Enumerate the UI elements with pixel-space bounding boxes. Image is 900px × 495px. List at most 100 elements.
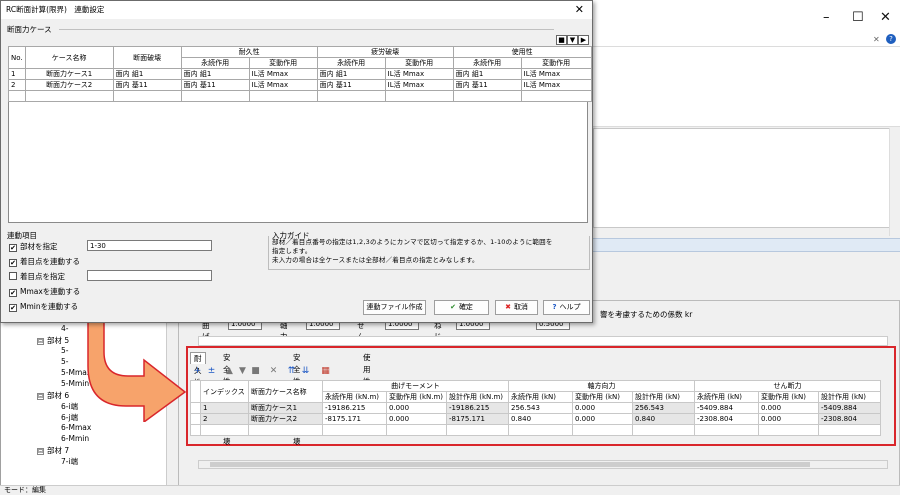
- table-cell[interactable]: 面内 基11: [316, 79, 386, 91]
- minimize-button[interactable]: –: [823, 10, 830, 25]
- table-cell[interactable]: [24, 90, 114, 102]
- link-checkbox-item[interactable]: ✔ Mmaxを連動する: [9, 286, 80, 297]
- table-cell[interactable]: 0.000: [758, 413, 819, 425]
- grid-right-button[interactable]: ▶: [578, 35, 589, 45]
- table-cell[interactable]: 0.000: [572, 402, 633, 414]
- checked-icon[interactable]: ✔: [9, 259, 17, 267]
- table-cell[interactable]: IL活 Mmax: [520, 68, 592, 80]
- ok-button[interactable]: ✔ 確定: [434, 300, 489, 315]
- dialog-close-button[interactable]: ✕: [575, 1, 584, 19]
- grid-down-button[interactable]: ▼: [567, 35, 578, 45]
- table-cell[interactable]: [452, 90, 522, 102]
- table-cell[interactable]: [190, 424, 201, 436]
- table-cell[interactable]: 面内 組1: [316, 68, 386, 80]
- table-cell[interactable]: IL活 Mmax: [384, 68, 454, 80]
- table-cell[interactable]: 0.000: [386, 413, 447, 425]
- table-cell[interactable]: 0.840: [508, 413, 573, 425]
- tree-collapse-icon[interactable]: ⊟: [37, 447, 44, 455]
- checked-icon[interactable]: ✔: [9, 304, 17, 312]
- tab-2[interactable]: 安全性／疲労破壊: [290, 352, 304, 446]
- bottom-icon[interactable]: ⇊: [300, 366, 311, 377]
- link-checkbox-item[interactable]: ✔ 着目点を連動する: [9, 256, 80, 267]
- table-cell[interactable]: 2: [200, 413, 249, 425]
- table-cell[interactable]: -5409.884: [818, 402, 881, 414]
- table-cell[interactable]: 面内 基11: [452, 79, 522, 91]
- help-icon[interactable]: ?: [886, 34, 896, 44]
- help-button[interactable]: ? ヘルプ: [543, 300, 590, 315]
- table-cell[interactable]: 1: [200, 402, 249, 414]
- table-cell[interactable]: [386, 424, 447, 436]
- tree-item[interactable]: ⊟ 部材 7: [37, 445, 69, 456]
- table-cell[interactable]: [316, 90, 386, 102]
- table-cell[interactable]: 256.543: [632, 402, 695, 414]
- table-cell[interactable]: -2308.804: [818, 413, 881, 425]
- table-cell[interactable]: IL活 Mmax: [248, 68, 318, 80]
- table-row[interactable]: 1 断面力ケース1 -19186.215 0.000 -19186.215 256.543…: [190, 402, 881, 414]
- unchecked-box[interactable]: [9, 272, 17, 280]
- table-cell[interactable]: 断面力ケース1: [24, 68, 114, 80]
- table-cell[interactable]: 2: [8, 79, 26, 91]
- checked-icon[interactable]: ✔: [9, 289, 17, 297]
- table-cell[interactable]: -8175.171: [322, 413, 387, 425]
- table-cell[interactable]: 256.543: [508, 402, 573, 414]
- table-cell[interactable]: [200, 424, 249, 436]
- tree-item[interactable]: 6-Mmin: [61, 434, 89, 443]
- table-cell[interactable]: [248, 424, 323, 436]
- table-row-empty[interactable]: [190, 424, 881, 436]
- table-cell[interactable]: [508, 424, 573, 436]
- link-checkbox-item[interactable]: ✔ Mminを連動する: [9, 301, 78, 312]
- table-cell[interactable]: -19186.215: [446, 402, 509, 414]
- table-cell[interactable]: 面内 組1: [112, 68, 182, 80]
- grid-icon[interactable]: ▦: [320, 366, 331, 377]
- table-row[interactable]: 2 断面力ケース2 -8175.171 0.000 -8175.171 0.840 0.00…: [190, 413, 881, 425]
- table-cell[interactable]: [322, 424, 387, 436]
- table-cell[interactable]: IL活 Mmax: [520, 79, 592, 91]
- table-cell[interactable]: 面内 基11: [180, 79, 250, 91]
- table-cell[interactable]: [694, 424, 759, 436]
- table-row[interactable]: 2 断面力ケース2 面内 基11 面内 基11 IL活 Mmax 面内 基11 IL活 Mm…: [8, 79, 592, 91]
- table-cell[interactable]: IL活 Mmax: [384, 79, 454, 91]
- table-cell[interactable]: -19186.215: [322, 402, 387, 414]
- table-cell[interactable]: 断面力ケース2: [24, 79, 114, 91]
- table-cell[interactable]: 断面力ケース2: [248, 413, 323, 425]
- table-row[interactable]: 1 断面力ケース1 面内 組1 面内 組1 IL活 Mmax 面内 組1 IL活 Mmax 面…: [8, 68, 592, 80]
- table-cell[interactable]: 面内 組1: [452, 68, 522, 80]
- maximize-button[interactable]: ☐: [852, 10, 864, 25]
- move-up-icon[interactable]: ▲: [224, 366, 235, 377]
- table-cell[interactable]: 0.000: [572, 413, 633, 425]
- table-cell[interactable]: 面内 基11: [112, 79, 182, 91]
- tree-item[interactable]: 7-i端: [61, 456, 78, 467]
- link-checkbox-item[interactable]: ✔ 部材を指定: [9, 241, 58, 252]
- tree-item[interactable]: 6-Mmax: [61, 423, 91, 432]
- table-cell[interactable]: [180, 90, 250, 102]
- table-cell[interactable]: [8, 90, 26, 102]
- tree-collapse-icon[interactable]: ⊟: [37, 392, 44, 400]
- table-cell[interactable]: [758, 424, 819, 436]
- table-cell[interactable]: 0.000: [386, 402, 447, 414]
- point-input[interactable]: [87, 270, 212, 281]
- checked-icon[interactable]: ✔: [9, 244, 17, 252]
- table-cell[interactable]: [446, 424, 509, 436]
- move-down-icon[interactable]: ▼: [237, 366, 248, 377]
- stop-icon[interactable]: ■: [250, 366, 261, 377]
- link-checkbox-item[interactable]: 着目点を指定: [9, 271, 65, 282]
- table-cell[interactable]: [384, 90, 454, 102]
- table-cell[interactable]: 0.840: [632, 413, 695, 425]
- close-window-button[interactable]: ✕: [880, 10, 891, 25]
- tab-1[interactable]: 安全性／断面破壊: [220, 352, 234, 446]
- grid-stop-button[interactable]: ■: [556, 35, 567, 45]
- delete-icon[interactable]: ✕: [268, 366, 279, 377]
- grid-scroll-thumb[interactable]: [210, 462, 810, 467]
- table-cell[interactable]: IL活 Mmax: [248, 79, 318, 91]
- table-cell[interactable]: [248, 90, 318, 102]
- preview-scrollbar[interactable]: [889, 128, 899, 236]
- table-cell[interactable]: [632, 424, 695, 436]
- tab-3[interactable]: 使用性: [360, 352, 374, 386]
- table-cell[interactable]: [112, 90, 182, 102]
- top-icon[interactable]: ⇈: [286, 366, 297, 377]
- table-cell[interactable]: 0.000: [758, 402, 819, 414]
- table-cell[interactable]: -5409.884: [694, 402, 759, 414]
- table-cell[interactable]: -8175.171: [446, 413, 509, 425]
- table-row-empty[interactable]: [8, 90, 592, 102]
- table-cell[interactable]: [520, 90, 592, 102]
